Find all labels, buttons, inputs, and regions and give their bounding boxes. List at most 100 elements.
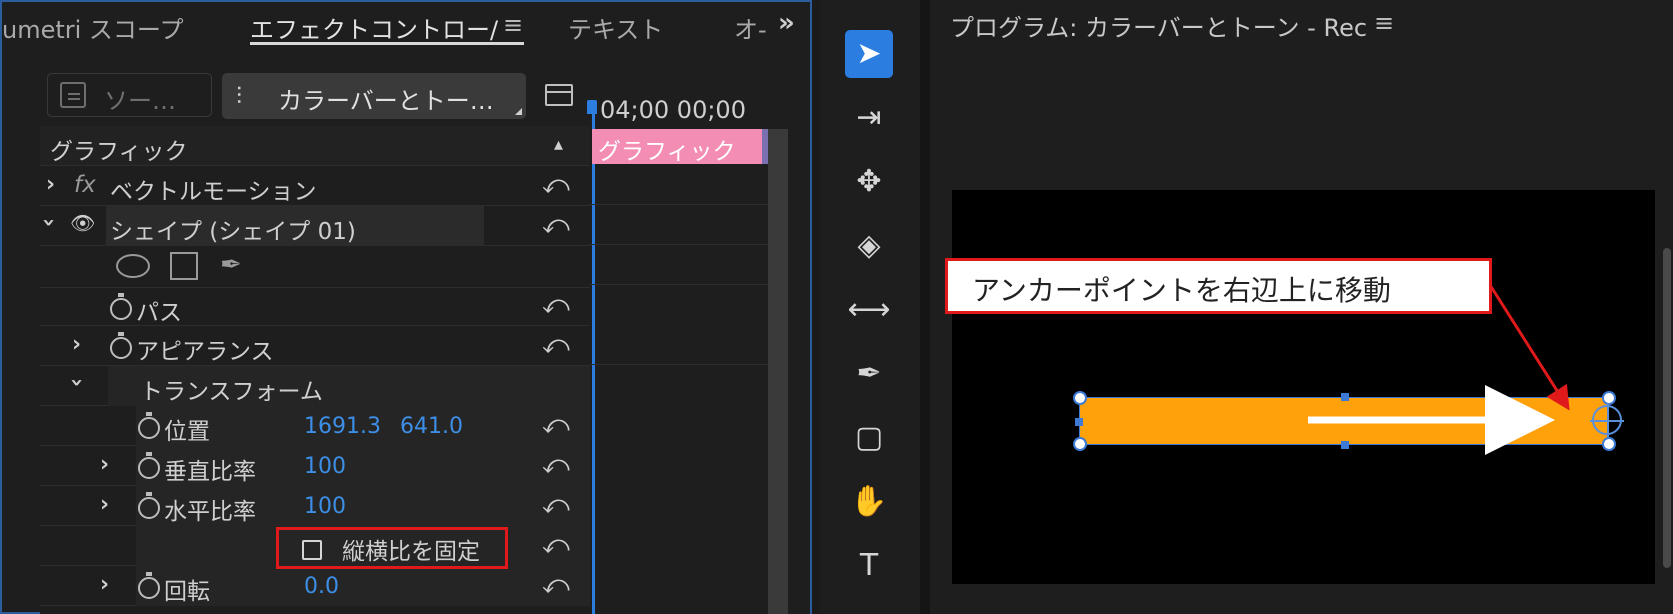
orange-shape[interactable] bbox=[1073, 391, 1616, 451]
effect-timeline[interactable]: 04;00 00;00 グラフィック bbox=[587, 92, 810, 614]
panel-divider[interactable] bbox=[920, 0, 930, 614]
tab-overflow[interactable]: オ- bbox=[734, 10, 768, 45]
corner-handle[interactable] bbox=[1602, 437, 1616, 451]
effect-controls-panel: umetri スコープ エフェクトコントロー/ ≡ テキスト オ- » ソー… … bbox=[0, 0, 812, 614]
show-timeline-toggle-icon[interactable] bbox=[545, 84, 573, 106]
expand-chevron-icon[interactable]: › bbox=[72, 332, 81, 357]
transform-handle[interactable] bbox=[1075, 418, 1083, 426]
source-clip-label: ソー… bbox=[104, 87, 176, 115]
annotation-text: アンカーポイントを右辺上に移動 bbox=[972, 274, 1391, 307]
panel-tab-bar: umetri スコープ エフェクトコントロー/ ≡ テキスト オ- » bbox=[2, 2, 810, 50]
horizontal-scale-value[interactable]: 100 bbox=[304, 494, 346, 519]
reset-icon[interactable]: ⤺ bbox=[542, 490, 570, 521]
anchor-point-icon[interactable] bbox=[1590, 403, 1624, 437]
reset-icon[interactable]: ⤺ bbox=[542, 530, 570, 561]
stopwatch-icon[interactable] bbox=[138, 412, 160, 439]
effect-row-appearance[interactable]: › アピアランス ⤺ bbox=[40, 326, 590, 366]
corner-handle[interactable] bbox=[1073, 437, 1087, 451]
property-label: トランスフォーム bbox=[140, 379, 323, 405]
corner-handle[interactable] bbox=[1073, 391, 1087, 405]
more-tabs-chevron-icon[interactable]: » bbox=[778, 8, 795, 38]
program-canvas[interactable] bbox=[952, 190, 1655, 584]
reset-icon[interactable]: ⤺ bbox=[542, 210, 570, 241]
effect-row-position[interactable]: 位置 1691.3 641.0 ⤺ bbox=[40, 406, 590, 446]
stopwatch-icon[interactable] bbox=[110, 332, 132, 359]
panel-menu-icon[interactable]: ≡ bbox=[1374, 9, 1394, 37]
ripple-edit-tool-icon[interactable]: ✥ bbox=[845, 158, 893, 206]
reset-icon[interactable]: ⤺ bbox=[542, 170, 570, 201]
sequence-clip-label: カラーバーとトー… bbox=[278, 87, 494, 115]
reset-icon[interactable]: ⤺ bbox=[542, 570, 570, 601]
expand-chevron-icon[interactable]: › bbox=[100, 452, 109, 477]
position-x-value[interactable]: 1691.3 bbox=[304, 414, 381, 439]
rectangle-tool-icon[interactable]: ▢ bbox=[845, 414, 893, 462]
source-clip-dropdown[interactable]: ソー… bbox=[47, 73, 212, 117]
program-scrollbar[interactable] bbox=[1663, 248, 1671, 568]
transform-handle[interactable] bbox=[1341, 441, 1349, 449]
vertical-scale-value[interactable]: 100 bbox=[304, 454, 346, 479]
section-header-label: グラフィック bbox=[50, 139, 188, 165]
timeline-timecode: 04;00 00;00 bbox=[600, 96, 746, 124]
property-label: 回転 bbox=[164, 579, 210, 605]
expand-chevron-icon[interactable]: › bbox=[100, 572, 109, 597]
slip-tool-icon[interactable]: ⟷ bbox=[845, 286, 893, 334]
reset-icon[interactable]: ⤺ bbox=[542, 410, 570, 441]
effect-label: ベクトルモーション bbox=[110, 179, 317, 205]
timeline-scrollbar[interactable] bbox=[768, 129, 788, 614]
effect-row-rotation[interactable]: › 回転 0.0 ⤺ bbox=[40, 566, 590, 606]
effect-row-transform[interactable]: › トランスフォーム bbox=[40, 366, 590, 406]
effect-row-path[interactable]: パス ⤺ bbox=[40, 288, 590, 326]
effect-label: シェイプ (シェイプ 01) bbox=[110, 219, 356, 245]
property-label: 水平比率 bbox=[164, 499, 256, 525]
property-label: パス bbox=[136, 300, 182, 326]
track-select-tool-icon[interactable]: ⇥ bbox=[845, 94, 893, 142]
pen-mask-icon[interactable]: ✒ bbox=[220, 250, 242, 280]
timeline-graphic-clip[interactable]: グラフィック bbox=[592, 129, 770, 165]
program-monitor-title[interactable]: プログラム: カラーバーとトーン - Rec 7( bbox=[950, 8, 1370, 43]
panel-menu-icon[interactable]: ≡ bbox=[503, 11, 523, 39]
sequence-clip-dropdown[interactable]: ⫶ カラーバーとトー… bbox=[222, 73, 526, 119]
selection-tool-icon[interactable]: ➤ bbox=[845, 30, 893, 78]
corner-handle[interactable] bbox=[1602, 391, 1616, 405]
tools-panel: ➤ ⇥ ✥ ◈ ⟷ ✒ ▢ ✋ T bbox=[820, 0, 920, 614]
stopwatch-icon[interactable] bbox=[138, 572, 160, 599]
collapse-chevron-icon[interactable]: › bbox=[36, 218, 61, 227]
expand-chevron-icon[interactable]: › bbox=[100, 492, 109, 517]
timeline-clip-label: グラフィック bbox=[598, 139, 736, 165]
type-tool-icon[interactable]: T bbox=[845, 542, 893, 590]
property-label: 位置 bbox=[164, 419, 210, 445]
reset-icon[interactable]: ⤺ bbox=[542, 330, 570, 361]
expand-chevron-icon[interactable]: › bbox=[46, 172, 55, 197]
stopwatch-icon[interactable] bbox=[138, 492, 160, 519]
position-y-value[interactable]: 641.0 bbox=[400, 414, 463, 439]
effect-row-horizontal-scale[interactable]: › 水平比率 100 ⤺ bbox=[40, 486, 590, 526]
stopwatch-icon[interactable] bbox=[138, 452, 160, 479]
playhead[interactable] bbox=[592, 106, 595, 614]
hand-tool-icon[interactable]: ✋ bbox=[845, 478, 893, 526]
eye-icon[interactable]: 👁 bbox=[70, 211, 95, 235]
effect-row-vertical-scale[interactable]: › 垂直比率 100 ⤺ bbox=[40, 446, 590, 486]
collapse-chevron-icon[interactable]: › bbox=[64, 378, 89, 387]
collapse-up-icon[interactable]: ▴ bbox=[554, 134, 563, 155]
property-label: 垂直比率 bbox=[164, 459, 256, 485]
tab-lumetri-scopes[interactable]: umetri スコープ bbox=[2, 10, 197, 45]
playhead-handle[interactable] bbox=[587, 100, 597, 114]
razor-tool-icon[interactable]: ◈ bbox=[845, 222, 893, 270]
reset-icon[interactable]: ⤺ bbox=[542, 450, 570, 481]
tab-effect-controls[interactable]: エフェクトコントロー/ bbox=[250, 10, 498, 45]
ellipse-mask-icon[interactable] bbox=[116, 254, 150, 278]
stopwatch-icon[interactable] bbox=[110, 293, 132, 320]
active-tab-underline bbox=[250, 42, 524, 45]
tab-text[interactable]: テキスト bbox=[568, 10, 678, 45]
transform-handle[interactable] bbox=[1341, 393, 1349, 401]
mask-tools-row: ✒ bbox=[40, 246, 590, 288]
fx-icon[interactable]: fx bbox=[74, 172, 96, 198]
annotation-callout: アンカーポイントを右辺上に移動 bbox=[945, 258, 1492, 314]
effect-row-shape[interactable]: › 👁 シェイプ (シェイプ 01) ⤺ bbox=[36, 206, 590, 246]
rotation-value[interactable]: 0.0 bbox=[304, 574, 339, 599]
rectangle-mask-icon[interactable] bbox=[170, 252, 198, 280]
section-header-graphic[interactable]: グラフィック ▴ bbox=[40, 126, 590, 166]
effect-row-vector-motion[interactable]: › fx ベクトルモーション ⤺ bbox=[40, 166, 590, 206]
reset-icon[interactable]: ⤺ bbox=[542, 290, 570, 321]
pen-tool-icon[interactable]: ✒ bbox=[845, 350, 893, 398]
